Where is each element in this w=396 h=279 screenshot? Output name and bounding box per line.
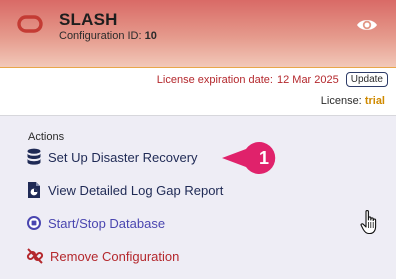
remove-configuration-label: Remove Configuration	[50, 248, 180, 264]
license-type-value: trial	[364, 95, 385, 107]
step-callout-marker	[222, 142, 276, 174]
actions-heading: Actions	[28, 131, 65, 143]
license-expiration-row: License expiration date: 12 Mar 2025 Upd…	[157, 72, 388, 87]
license-type-label: License:	[320, 95, 362, 107]
license-expiration-label: License expiration date:	[156, 73, 273, 86]
start-stop-database-action[interactable]: Start/Stop Database	[26, 214, 165, 232]
view-log-gap-report-label: View Detailed Log Gap Report	[48, 182, 224, 198]
setup-disaster-recovery-action[interactable]: Set Up Disaster Recovery	[26, 148, 198, 166]
configuration-title: SLASH	[59, 10, 118, 29]
oracle-logo-icon	[17, 15, 43, 33]
configuration-id-label: Configuration ID:	[59, 30, 142, 42]
eye-icon[interactable]	[356, 17, 378, 33]
step-callout-number: 1	[258, 148, 269, 168]
actions-panel: Actions Set Up Disaster Recovery View De…	[0, 116, 396, 279]
update-button[interactable]: Update	[345, 72, 388, 87]
configuration-header: SLASH Configuration ID: 10	[0, 0, 396, 68]
broken-link-icon	[26, 248, 44, 264]
configuration-id-value: 10	[144, 30, 157, 42]
license-type-row: License: trial	[321, 95, 385, 107]
license-expiration-date: 12 Mar 2025	[276, 73, 339, 86]
setup-disaster-recovery-label: Set Up Disaster Recovery	[48, 149, 198, 165]
stop-circle-icon	[27, 216, 41, 230]
license-section: License expiration date: 12 Mar 2025 Upd…	[0, 68, 396, 116]
start-stop-database-label: Start/Stop Database	[48, 215, 166, 231]
view-log-gap-report-action[interactable]: View Detailed Log Gap Report	[26, 181, 223, 199]
remove-configuration-action[interactable]: Remove Configuration	[26, 247, 179, 265]
database-icon	[27, 148, 41, 165]
configuration-id: Configuration ID: 10	[59, 30, 157, 42]
report-icon	[28, 182, 40, 198]
hand-cursor-icon	[360, 209, 377, 235]
